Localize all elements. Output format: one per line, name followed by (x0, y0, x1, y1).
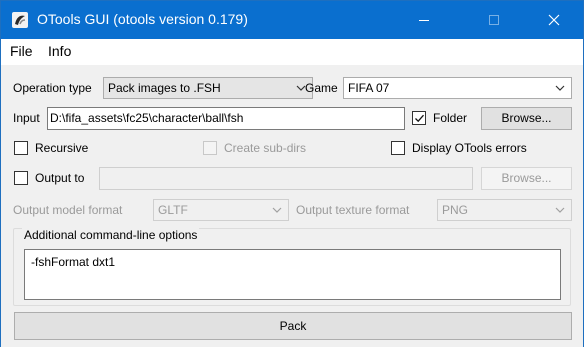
maximize-icon (489, 15, 499, 25)
close-icon (548, 14, 560, 26)
output-path-field[interactable] (99, 167, 473, 190)
output-model-format-value: GLTF (158, 203, 188, 217)
input-label: Input (13, 111, 40, 125)
operation-type-value: Pack images to .FSH (108, 81, 221, 95)
maximize-button[interactable] (471, 1, 517, 39)
app-logo-icon (12, 12, 28, 28)
recursive-label: Recursive (35, 141, 89, 155)
display-errors-label: Display OTools errors (412, 141, 527, 155)
input-browse-button[interactable]: Browse... (481, 107, 572, 130)
folder-label: Folder (433, 111, 468, 125)
operation-type-label: Operation type (13, 81, 92, 95)
output-model-format-label: Output model format (13, 203, 123, 217)
operation-type-select[interactable]: Pack images to .FSH (103, 77, 313, 99)
output-texture-format-value: PNG (442, 203, 469, 217)
game-select[interactable]: FIFA 07 (343, 77, 572, 99)
minimize-icon (419, 19, 429, 21)
close-button[interactable] (531, 1, 577, 39)
display-errors-checkbox[interactable] (391, 141, 405, 155)
recursive-checkbox[interactable] (14, 141, 28, 155)
create-subdirs-checkbox[interactable] (203, 141, 217, 155)
otools-window: OTools GUI (otools version 0.179) File I… (0, 0, 584, 347)
menu-file[interactable]: File (10, 43, 33, 59)
input-path-field[interactable]: D:\fifa_assets\fc25\character\ball\fsh (47, 107, 405, 130)
menu-info[interactable]: Info (48, 43, 71, 59)
output-model-format-select[interactable]: GLTF (153, 199, 289, 221)
menu-bar: File Info (1, 39, 583, 65)
options-group-title: Additional command-line options (22, 228, 200, 242)
window-title: OTools GUI (otools version 0.179) (37, 11, 248, 27)
game-label: Game (305, 81, 338, 95)
output-to-checkbox[interactable] (14, 171, 28, 185)
main-panel: Operation type Pack images to .FSH Game … (1, 65, 583, 347)
game-value: FIFA 07 (348, 81, 390, 95)
output-texture-format-select[interactable]: PNG (437, 199, 572, 221)
minimize-button[interactable] (401, 1, 447, 39)
command-line-options-textarea[interactable]: -fshFormat dxt1 (24, 249, 561, 300)
chevron-down-icon (272, 207, 282, 213)
chevron-down-icon (555, 85, 565, 91)
create-subdirs-label: Create sub-dirs (224, 141, 307, 155)
output-to-label: Output to (35, 171, 85, 185)
chevron-down-icon (555, 207, 565, 213)
output-browse-button[interactable]: Browse... (481, 167, 572, 190)
command-line-options-value: -fshFormat dxt1 (31, 255, 116, 269)
input-path-value: D:\fifa_assets\fc25\character\ball\fsh (50, 111, 244, 125)
pack-button[interactable]: Pack (14, 312, 572, 340)
folder-checkbox[interactable] (412, 111, 426, 125)
title-bar[interactable]: OTools GUI (otools version 0.179) (1, 1, 583, 39)
output-texture-format-label: Output texture format (296, 203, 410, 217)
checkmark-icon (415, 114, 424, 123)
